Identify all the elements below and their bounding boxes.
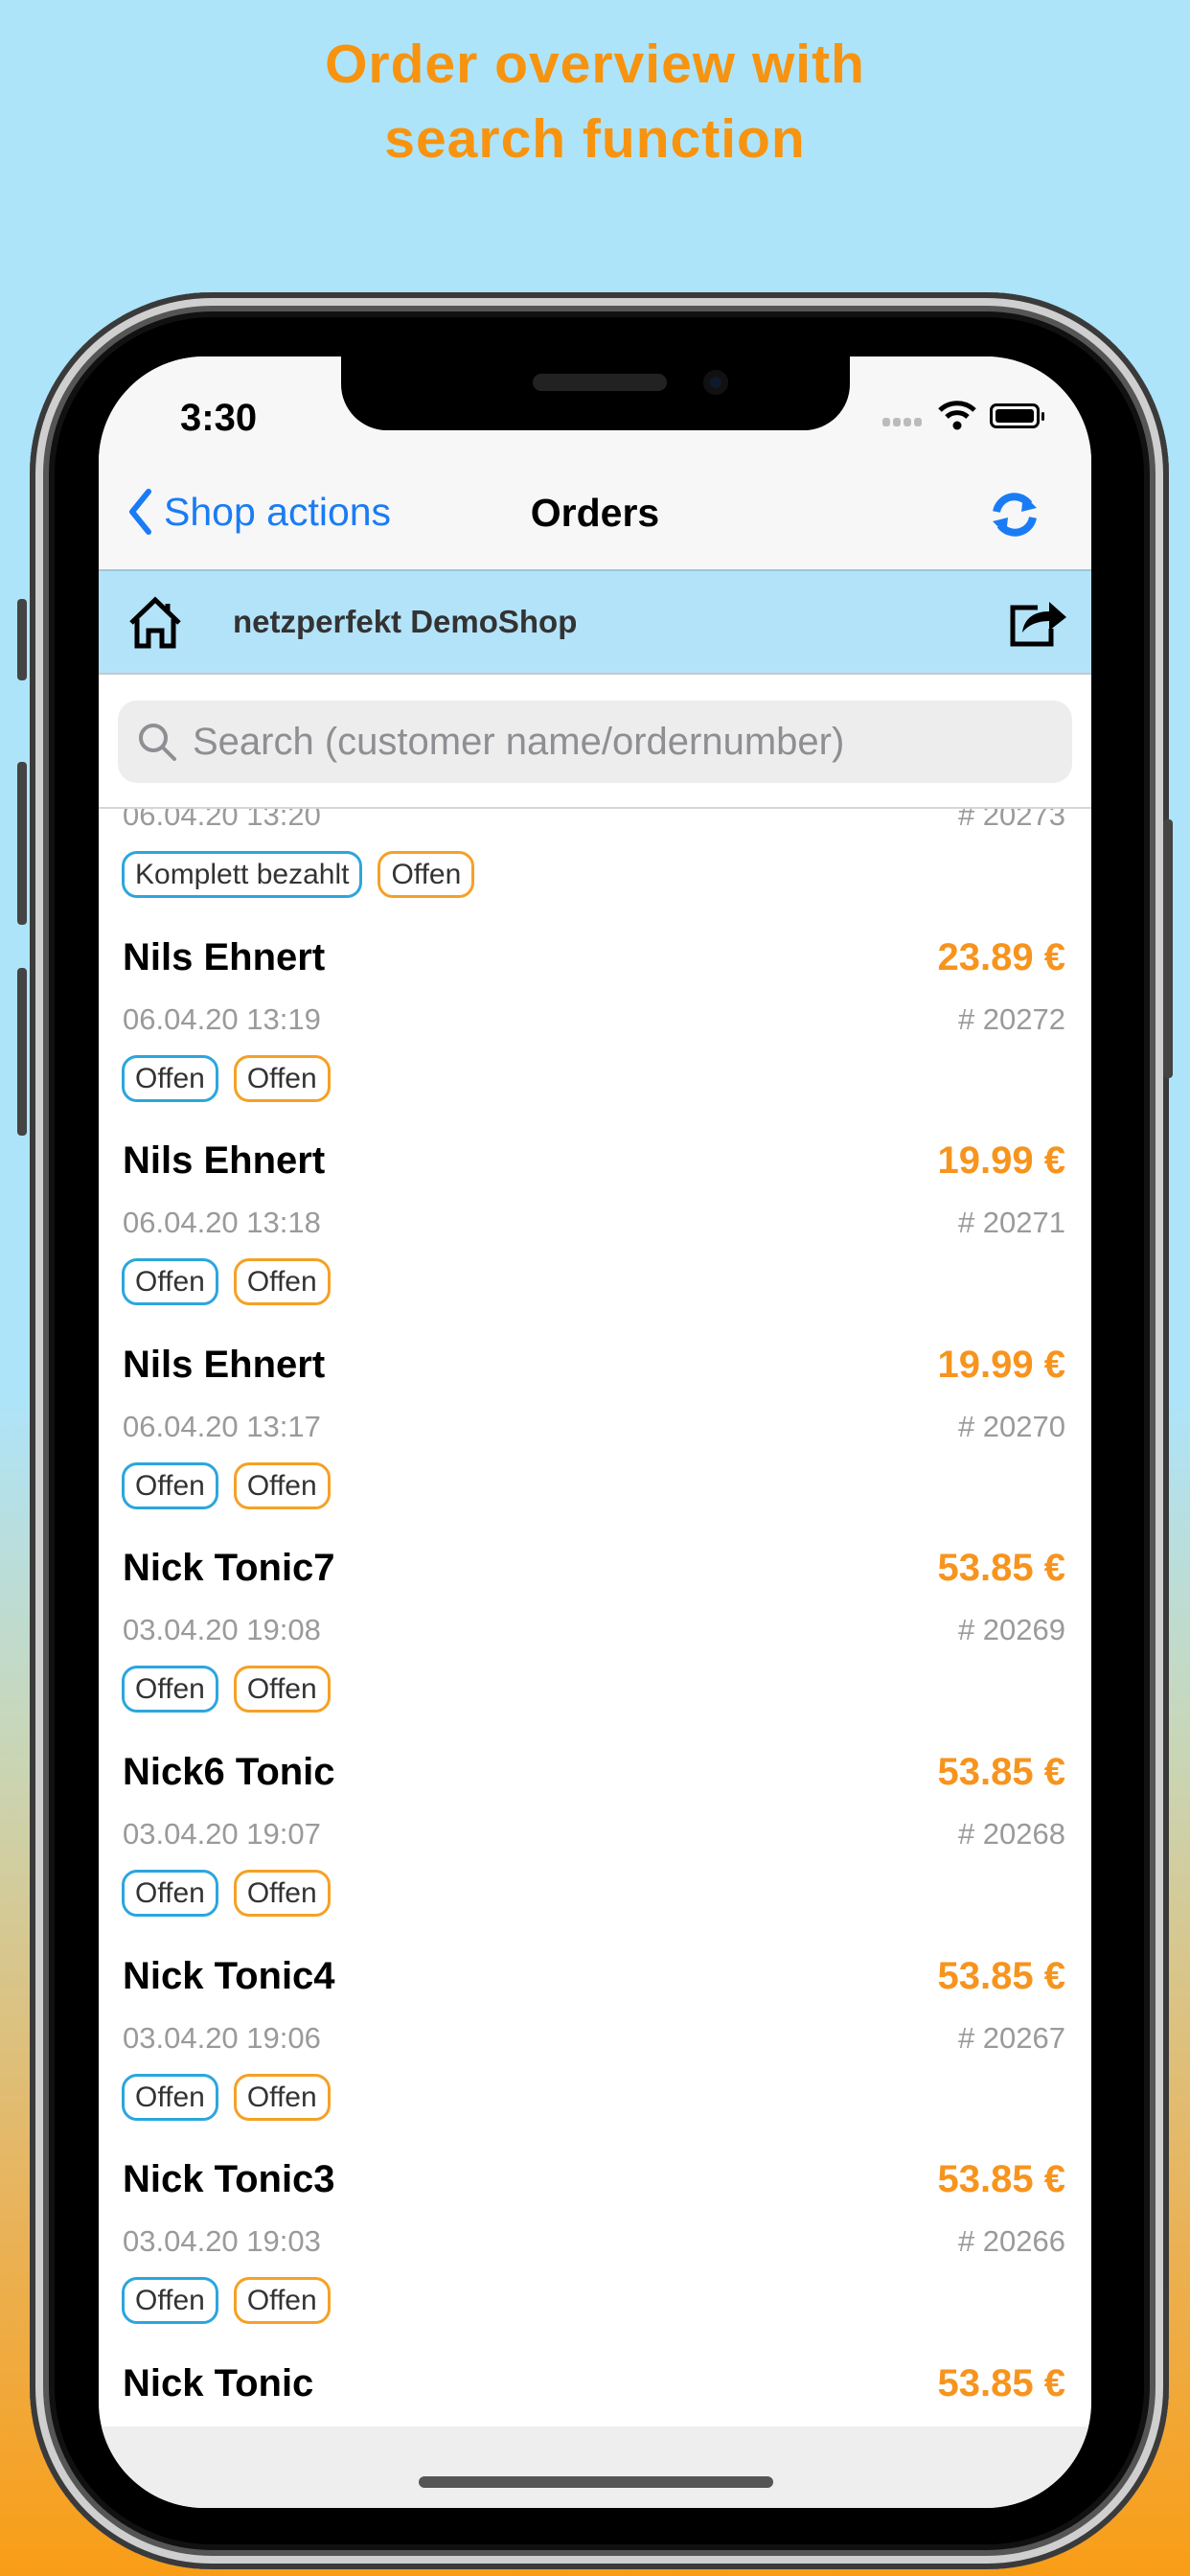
customer-name: Nick Tonic7 (123, 1547, 335, 1590)
customer-name: Nils Ehnert (123, 935, 326, 978)
share-icon[interactable] (1009, 594, 1068, 648)
payment-status-badge: Offen (122, 1258, 218, 1306)
order-status-badge: Offen (233, 2277, 331, 2325)
back-button[interactable]: Shop actions (127, 489, 391, 535)
order-number: # 20270 (957, 1409, 1065, 1443)
customer-name: Nils Ehnert (123, 1139, 326, 1183)
chevron-left-icon (129, 489, 151, 535)
payment-status-badge: Offen (122, 1869, 218, 1917)
order-tags: Komplett bezahlt Offen (122, 851, 475, 898)
screen: 3:30 Shop actions Orders netzperfekt Dem… (99, 356, 1091, 2508)
search-icon (139, 724, 176, 761)
bottom-bar (99, 2426, 1091, 2508)
order-status-badge: Offen (233, 2073, 331, 2121)
order-row[interactable]: 06.04.20 13:20 # 20273 Komplett bezahlt … (99, 809, 1091, 923)
refresh-icon[interactable] (985, 489, 1044, 540)
power-button (1163, 819, 1173, 1078)
mute-switch (17, 599, 27, 680)
order-number: # 20269 (957, 1613, 1065, 1647)
home-indicator[interactable] (419, 2476, 773, 2488)
order-tags: Offen Offen (122, 2277, 331, 2325)
search-input[interactable] (193, 720, 1036, 764)
home-icon[interactable] (127, 596, 183, 650)
headline-line-1: Order overview with (325, 34, 865, 95)
order-row[interactable]: Nick Tonic 53.85 € (99, 2349, 1091, 2426)
order-date: 06.04.20 13:20 (123, 809, 321, 832)
order-row[interactable]: Nick Tonic3 53.85 € 03.04.20 19:03 # 202… (99, 2145, 1091, 2349)
order-number: # 20272 (957, 1001, 1065, 1036)
order-row[interactable]: Nick Tonic7 53.85 € 03.04.20 19:08 # 202… (99, 1533, 1091, 1737)
order-status-badge: Offen (233, 1666, 331, 1714)
order-tags: Offen Offen (122, 2073, 331, 2121)
order-total: 53.85 € (937, 1547, 1065, 1590)
order-row[interactable]: Nick6 Tonic 53.85 € 03.04.20 19:07 # 202… (99, 1737, 1091, 1942)
order-number: # 20273 (957, 809, 1065, 832)
volume-down-button (17, 968, 27, 1136)
payment-status-badge: Offen (122, 2277, 218, 2325)
promo-headline: Order overview with search function (0, 27, 1190, 176)
order-total: 53.85 € (937, 2158, 1065, 2201)
customer-name: Nick6 Tonic (123, 1750, 335, 1793)
notch (341, 356, 850, 430)
order-total: 53.85 € (937, 1954, 1065, 1997)
status-time: 3:30 (180, 397, 258, 439)
order-tags: Offen Offen (122, 1258, 331, 1306)
order-total: 19.99 € (937, 1139, 1065, 1183)
shop-name: netzperfekt DemoShop (233, 604, 578, 639)
order-number: # 20266 (957, 2224, 1065, 2259)
order-number: # 20271 (957, 1206, 1065, 1240)
order-status-badge: Offen (378, 851, 475, 898)
customer-name: Nils Ehnert (123, 1343, 326, 1386)
order-tags: Offen Offen (122, 1054, 331, 1102)
signal-icon (882, 418, 922, 426)
search-field[interactable] (118, 701, 1072, 783)
order-date: 03.04.20 19:08 (123, 1613, 321, 1647)
back-label: Shop actions (164, 489, 392, 534)
order-row[interactable]: Nils Ehnert 19.99 € 06.04.20 13:18 # 202… (99, 1126, 1091, 1330)
order-date: 06.04.20 13:19 (123, 1001, 321, 1036)
order-status-badge: Offen (233, 1461, 331, 1509)
shop-bar: netzperfekt DemoShop (99, 569, 1091, 675)
order-number: # 20268 (957, 1816, 1065, 1851)
order-date: 06.04.20 13:17 (123, 1409, 321, 1443)
order-row[interactable]: Nils Ehnert 19.99 € 06.04.20 13:17 # 202… (99, 1330, 1091, 1534)
order-total: 53.85 € (937, 1750, 1065, 1793)
payment-status-badge: Offen (122, 1054, 218, 1102)
customer-name: Nick Tonic3 (123, 2158, 335, 2201)
payment-status-badge: Offen (122, 1461, 218, 1509)
order-date: 06.04.20 13:18 (123, 1206, 321, 1240)
order-total: 53.85 € (937, 2361, 1065, 2404)
order-number: # 20267 (957, 2020, 1065, 2055)
order-date: 03.04.20 19:03 (123, 2224, 321, 2259)
order-tags: Offen Offen (122, 1666, 331, 1714)
order-status-badge: Offen (233, 1869, 331, 1917)
battery-icon (990, 403, 1044, 428)
order-total: 23.89 € (937, 935, 1065, 978)
volume-up-button (17, 762, 27, 925)
order-date: 03.04.20 19:07 (123, 1816, 321, 1851)
navigation-bar: Shop actions Orders (99, 462, 1091, 569)
headline-line-2: search function (384, 108, 806, 170)
order-status-badge: Offen (233, 1258, 331, 1306)
order-row[interactable]: Nick Tonic4 53.85 € 03.04.20 19:06 # 202… (99, 1942, 1091, 2146)
customer-name: Nick Tonic (123, 2361, 314, 2404)
order-tags: Offen Offen (122, 1869, 331, 1917)
payment-status-badge: Offen (122, 1666, 218, 1714)
orders-list[interactable]: 06.04.20 13:20 # 20273 Komplett bezahlt … (99, 809, 1091, 2426)
customer-name: Nick Tonic4 (123, 1954, 335, 1997)
wifi-icon (938, 401, 976, 430)
order-status-badge: Offen (233, 1054, 331, 1102)
order-row[interactable]: Nils Ehnert 23.89 € 06.04.20 13:19 # 202… (99, 923, 1091, 1127)
payment-status-badge: Offen (122, 2073, 218, 2121)
order-total: 19.99 € (937, 1343, 1065, 1386)
order-tags: Offen Offen (122, 1461, 331, 1509)
payment-status-badge: Komplett bezahlt (122, 851, 363, 898)
order-date: 03.04.20 19:06 (123, 2020, 321, 2055)
